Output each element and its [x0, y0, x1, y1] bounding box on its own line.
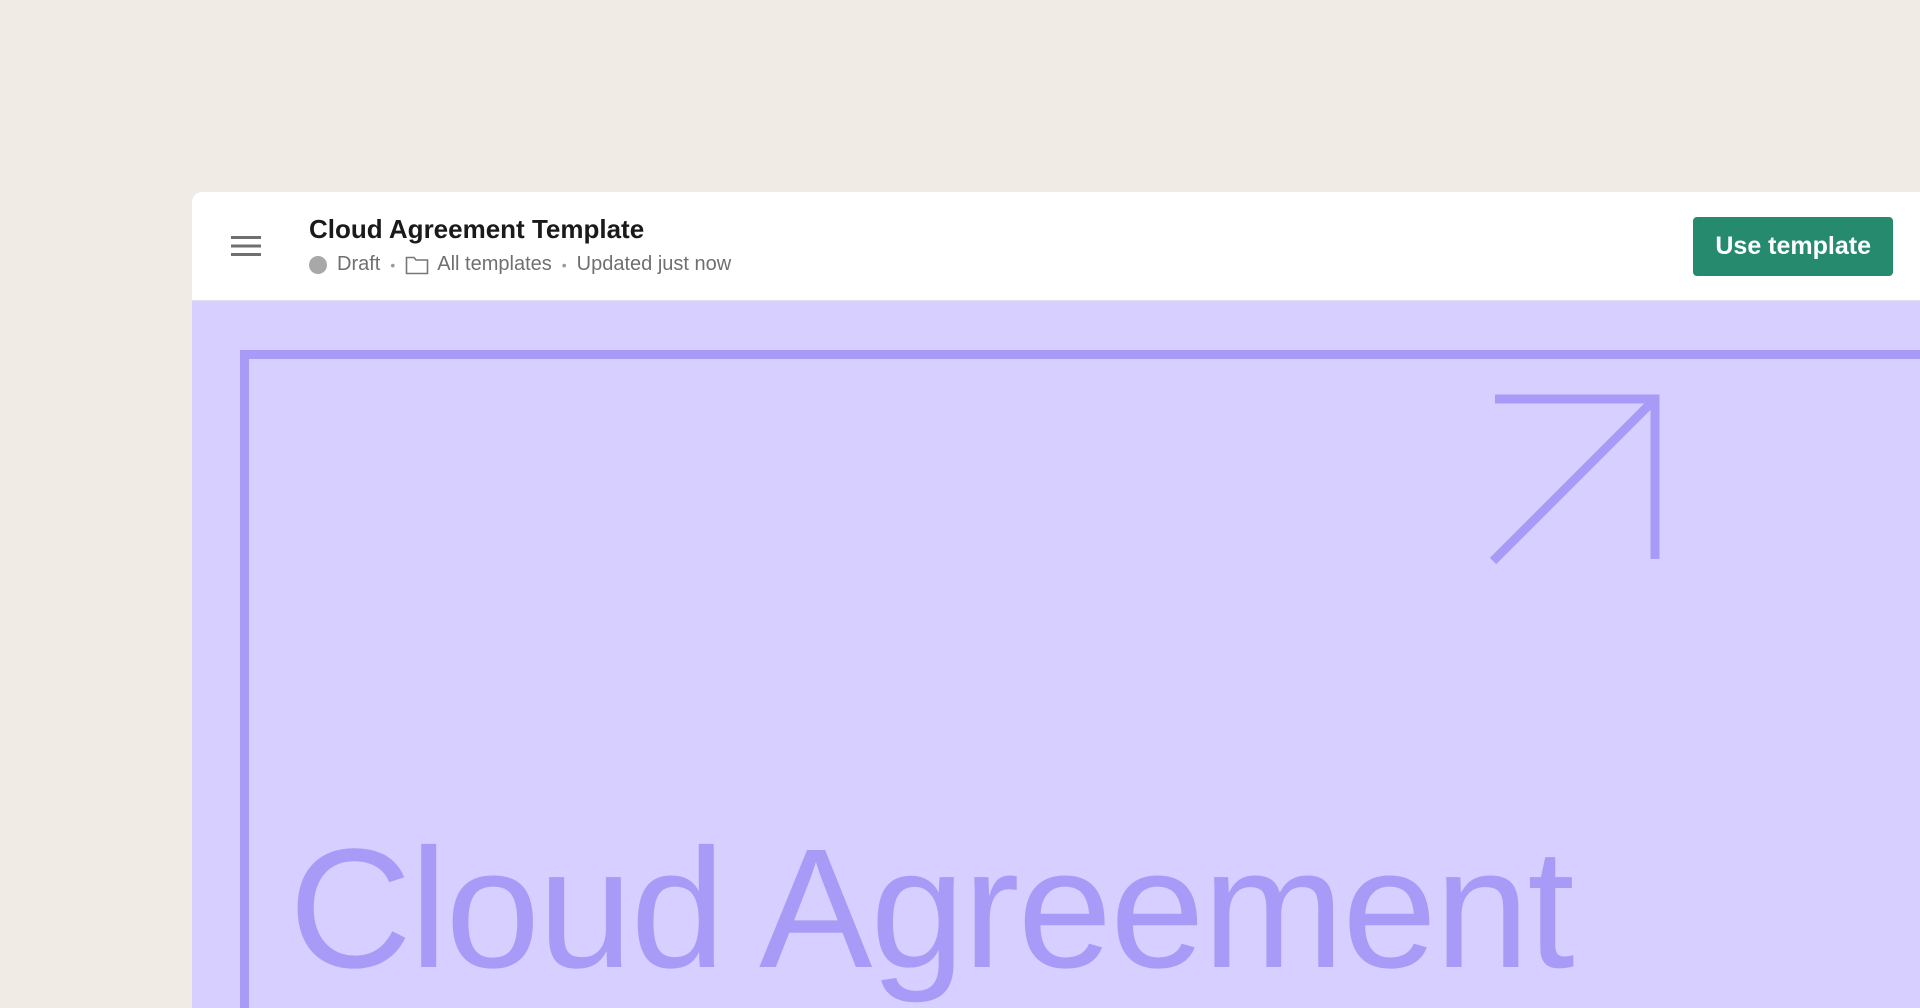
template-window: Cloud Agreement Template Draft • All tem… — [192, 192, 1920, 1008]
folder-label: All templates — [437, 253, 552, 276]
meta-row: Draft • All templates • Updated just now — [309, 253, 731, 276]
hamburger-menu-icon — [231, 236, 261, 256]
folder-link[interactable]: All templates — [405, 253, 552, 276]
meta-separator: • — [390, 256, 396, 273]
title-block: Cloud Agreement Template Draft • All tem… — [309, 214, 731, 276]
page-title: Cloud Agreement Template — [309, 214, 645, 244]
status-dot-icon — [309, 255, 327, 274]
top-bar: Cloud Agreement Template Draft • All tem… — [192, 192, 1920, 301]
preview-title: Cloud Agreement — [289, 814, 1575, 1004]
use-template-button[interactable]: Use template — [1693, 217, 1893, 276]
template-preview: Cloud Agreement — [240, 350, 1920, 1008]
updated-timestamp: Updated just now — [576, 253, 732, 276]
meta-separator-2: • — [561, 256, 567, 273]
arrow-up-right-icon — [1489, 394, 1660, 565]
status-badge: Draft — [337, 253, 381, 276]
folder-icon — [405, 256, 429, 274]
menu-button[interactable] — [228, 228, 264, 264]
